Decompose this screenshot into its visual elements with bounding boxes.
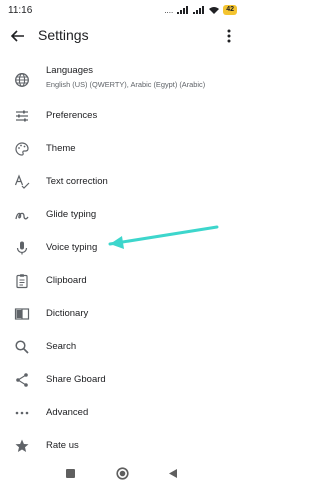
signal-dots: .... (164, 5, 174, 15)
settings-item-text-correction[interactable]: Text correction (0, 165, 245, 198)
globe-icon (14, 72, 30, 88)
settings-item-label: Preferences (46, 110, 98, 121)
settings-item-label: Rate us (46, 440, 79, 451)
settings-item-label: Theme (46, 143, 76, 154)
clipboard-icon (14, 273, 30, 289)
recents-button[interactable] (66, 469, 75, 478)
settings-item-languages[interactable]: Languages English (US) (QWERTY), Arabic … (0, 61, 245, 99)
settings-item-preferences[interactable]: Preferences (0, 99, 245, 132)
settings-item-label: Dictionary (46, 308, 89, 319)
settings-item-dictionary[interactable]: Dictionary (0, 297, 245, 330)
settings-item-glide-typing[interactable]: Glide typing (0, 198, 245, 231)
sliders-icon (14, 108, 30, 124)
more-vert-icon[interactable] (221, 28, 237, 44)
home-button[interactable] (116, 467, 129, 480)
settings-item-label: Voice typing (46, 242, 98, 253)
signal-icon-2 (193, 6, 205, 14)
glide-icon (14, 207, 30, 223)
settings-item-search[interactable]: Search (0, 330, 245, 363)
search-icon (14, 339, 30, 355)
more-horizontal-icon (14, 405, 30, 421)
settings-item-label: Clipboard (46, 275, 87, 286)
settings-item-share-gboard[interactable]: Share Gboard (0, 363, 245, 396)
settings-item-theme[interactable]: Theme (0, 132, 245, 165)
palette-icon (14, 141, 30, 157)
mic-icon (14, 240, 30, 256)
status-icons: .... 42 (164, 5, 237, 15)
settings-item-voice-typing[interactable]: Voice typing (0, 231, 245, 264)
back-arrow-icon[interactable] (10, 28, 26, 44)
page-title: Settings (38, 27, 89, 43)
settings-item-label: Languages (46, 65, 94, 76)
settings-item-rate-us[interactable]: Rate us (0, 429, 245, 462)
settings-item-label: Glide typing (46, 209, 97, 220)
settings-item-clipboard[interactable]: Clipboard (0, 264, 245, 297)
battery-badge: 42 (223, 5, 237, 15)
settings-item-subtitle: English (US) (QWERTY), Arabic (Egypt) (A… (46, 80, 206, 89)
nav-back-button[interactable] (168, 468, 178, 479)
system-nav-bar (0, 462, 245, 489)
text-correction-icon (14, 174, 30, 190)
wifi-icon (209, 7, 220, 14)
status-bar: 11:16 .... 42 (0, 0, 245, 20)
settings-item-label: Share Gboard (46, 374, 106, 385)
star-icon (14, 438, 30, 454)
settings-item-label: Advanced (46, 407, 89, 418)
dictionary-icon (14, 306, 30, 322)
signal-icon (177, 6, 189, 14)
app-bar: Settings (0, 20, 245, 52)
share-icon (14, 372, 30, 388)
settings-item-label: Search (46, 341, 77, 352)
settings-item-label: Text correction (46, 176, 108, 187)
status-time: 11:16 (8, 4, 33, 16)
settings-item-advanced[interactable]: Advanced (0, 396, 245, 429)
